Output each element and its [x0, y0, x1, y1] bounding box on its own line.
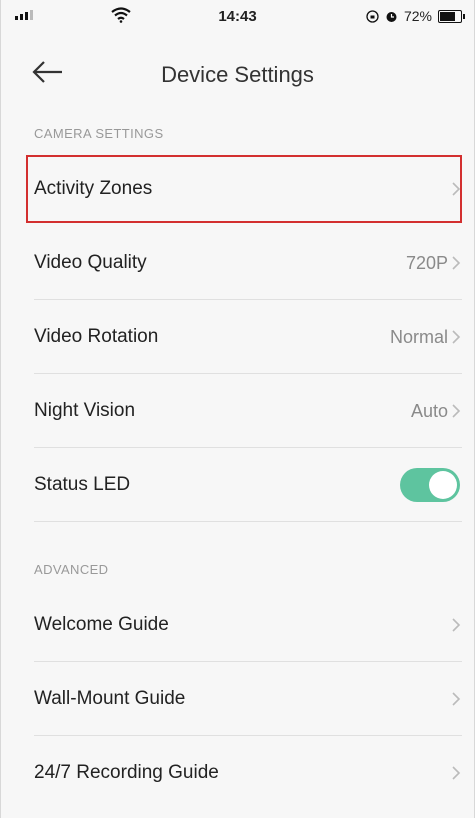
settings-row-status-led: Status LED — [1, 448, 474, 522]
status-led-toggle[interactable] — [400, 468, 460, 502]
settings-row-recording-guide[interactable]: 24/7 Recording Guide — [1, 736, 474, 810]
settings-row-welcome-guide[interactable]: Welcome Guide — [1, 588, 474, 662]
row-label: Video Rotation — [34, 326, 159, 347]
row-value: 720P — [405, 253, 448, 273]
status-bar: 14:43 72% — [1, 0, 474, 36]
row-label: Wall-Mount Guide — [34, 688, 186, 709]
row-label: Status LED — [34, 474, 131, 495]
app-screen: 14:43 72% Device Settings CAMERA SETTING… — [0, 0, 475, 818]
row-label: Video Quality — [34, 252, 147, 273]
battery-percent: 72% — [403, 8, 432, 24]
chevron-right-icon — [452, 618, 461, 632]
row-label: 24/7 Recording Guide — [34, 762, 219, 783]
section-header-camera-settings: CAMERA SETTINGS — [34, 126, 164, 141]
settings-row-night-vision[interactable]: Night Vision Auto — [1, 374, 474, 448]
chevron-right-icon — [452, 330, 461, 344]
header: Device Settings — [1, 36, 474, 108]
alarm-icon — [386, 11, 397, 22]
settings-row-wall-mount-guide[interactable]: Wall-Mount Guide — [1, 662, 474, 736]
section-header-advanced: ADVANCED — [34, 562, 109, 577]
row-value: Auto — [410, 401, 448, 421]
battery-icon — [438, 9, 465, 23]
row-value: Normal — [389, 327, 448, 347]
settings-row-video-rotation[interactable]: Video Rotation Normal — [1, 300, 474, 374]
page-title: Device Settings — [161, 62, 314, 87]
settings-row-activity-zones[interactable]: Activity Zones — [1, 152, 474, 226]
divider — [34, 521, 462, 522]
row-label: Night Vision — [34, 400, 136, 421]
chevron-right-icon — [452, 766, 461, 780]
row-label: Activity Zones — [34, 178, 153, 199]
chevron-right-icon — [452, 182, 461, 196]
toggle-knob — [429, 471, 457, 499]
chevron-right-icon — [452, 256, 461, 270]
chevron-right-icon — [452, 692, 461, 706]
row-label: Welcome Guide — [34, 614, 169, 635]
settings-row-video-quality[interactable]: Video Quality 720P — [1, 226, 474, 300]
chevron-right-icon — [452, 404, 461, 418]
orientation-lock-icon — [366, 9, 379, 23]
